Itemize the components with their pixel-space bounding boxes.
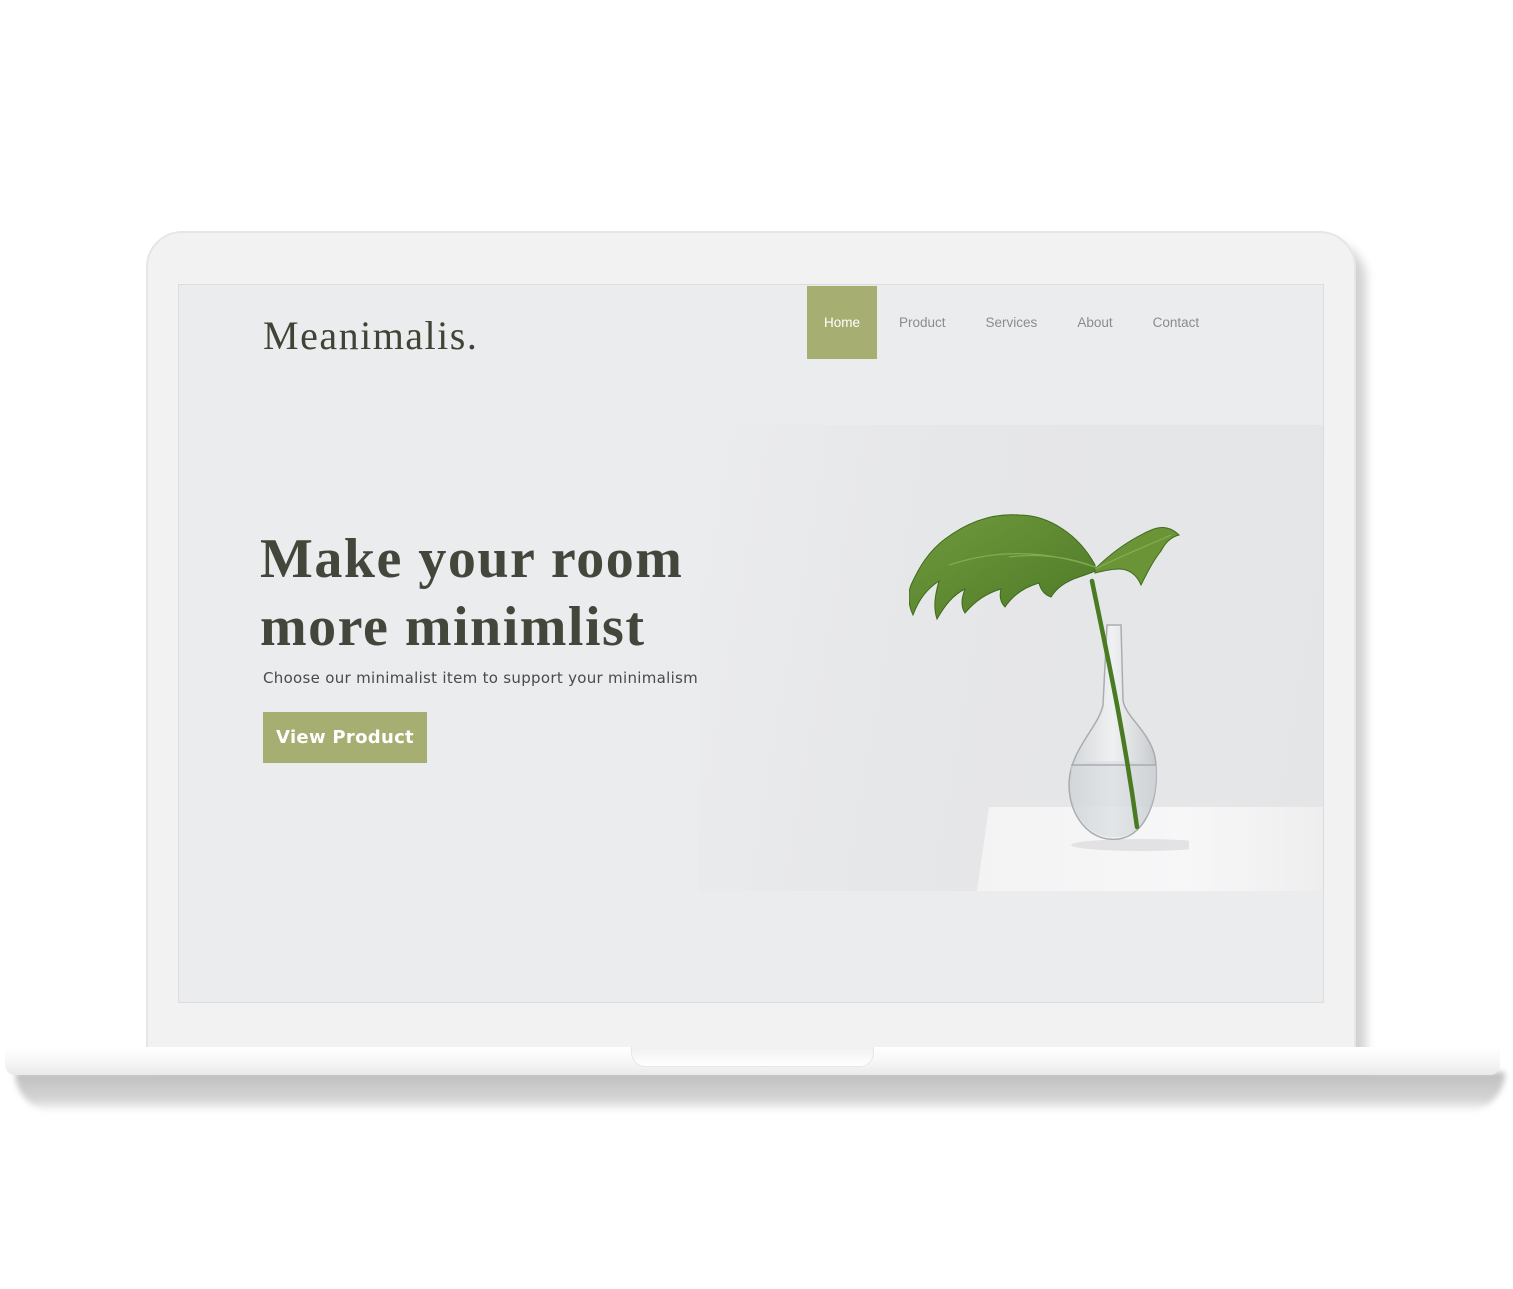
monstera-plant-image <box>909 514 1189 851</box>
laptop-mockup: Meanimalis. Home Product Services About … <box>0 0 1513 1289</box>
view-product-button[interactable]: View Product <box>263 712 427 763</box>
hero-headline: Make your room more minimlist <box>260 525 780 661</box>
hero-headline-line-1: Make your room <box>260 528 684 590</box>
nav-item-contact[interactable]: Contact <box>1135 286 1218 359</box>
website-screen: Meanimalis. Home Product Services About … <box>178 284 1324 1003</box>
laptop-base-shadow <box>15 1072 1505 1112</box>
hero-headline-line-2: more minimlist <box>260 596 646 658</box>
nav-item-about[interactable]: About <box>1059 286 1130 359</box>
nav-item-home[interactable]: Home <box>807 286 878 359</box>
laptop-notch <box>631 1047 874 1067</box>
nav-item-services[interactable]: Services <box>968 286 1056 359</box>
site-logo[interactable]: Meanimalis. <box>263 312 478 359</box>
hero-subtext: Choose our minimalist item to support yo… <box>263 669 699 687</box>
nav-item-product[interactable]: Product <box>881 286 964 359</box>
main-navigation: Home Product Services About Contact <box>807 286 1217 359</box>
